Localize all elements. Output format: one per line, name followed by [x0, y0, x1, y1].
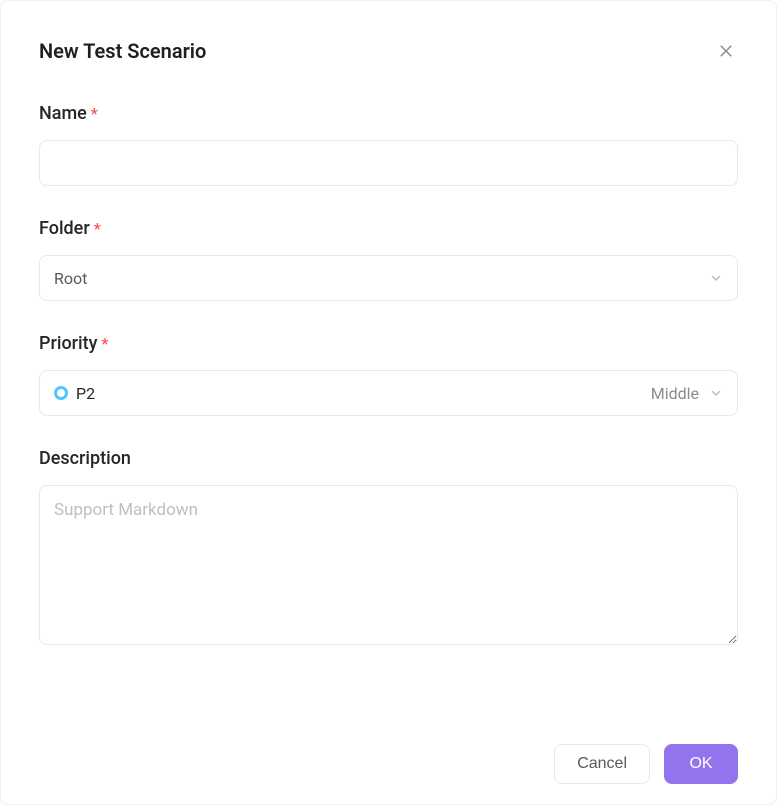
- new-test-scenario-dialog: New Test Scenario Name* Folder* Root Pri…: [0, 0, 777, 805]
- chevron-down-icon: [709, 271, 723, 285]
- priority-circle-icon: [54, 386, 68, 400]
- priority-field-group: Priority* P2 Middle: [39, 333, 738, 416]
- priority-selected-text: Middle: [651, 384, 699, 403]
- priority-selected-left: P2: [54, 384, 95, 403]
- priority-select[interactable]: P2 Middle: [39, 370, 738, 416]
- folder-label-text: Folder: [39, 218, 90, 239]
- cancel-button[interactable]: Cancel: [554, 744, 650, 784]
- required-mark: *: [94, 219, 101, 238]
- priority-selected-right: Middle: [651, 384, 723, 403]
- priority-label: Priority*: [39, 333, 738, 354]
- folder-field-group: Folder* Root: [39, 218, 738, 301]
- dialog-footer: Cancel OK: [554, 744, 738, 784]
- description-label: Description: [39, 448, 738, 469]
- folder-selected-value: Root: [54, 269, 87, 288]
- description-field-group: Description: [39, 448, 738, 649]
- description-textarea[interactable]: [39, 485, 738, 645]
- folder-select[interactable]: Root: [39, 255, 738, 301]
- name-field-group: Name*: [39, 103, 738, 186]
- dialog-header: New Test Scenario: [39, 39, 738, 63]
- required-mark: *: [91, 104, 98, 123]
- name-label: Name*: [39, 103, 738, 124]
- name-input[interactable]: [39, 140, 738, 186]
- close-icon: [717, 42, 735, 60]
- close-button[interactable]: [714, 39, 738, 63]
- priority-selected-code: P2: [76, 384, 95, 403]
- ok-button[interactable]: OK: [664, 744, 738, 784]
- dialog-title: New Test Scenario: [39, 39, 206, 63]
- name-label-text: Name: [39, 103, 87, 124]
- required-mark: *: [101, 334, 108, 353]
- priority-label-text: Priority: [39, 333, 97, 354]
- chevron-down-icon: [709, 386, 723, 400]
- folder-label: Folder*: [39, 218, 738, 239]
